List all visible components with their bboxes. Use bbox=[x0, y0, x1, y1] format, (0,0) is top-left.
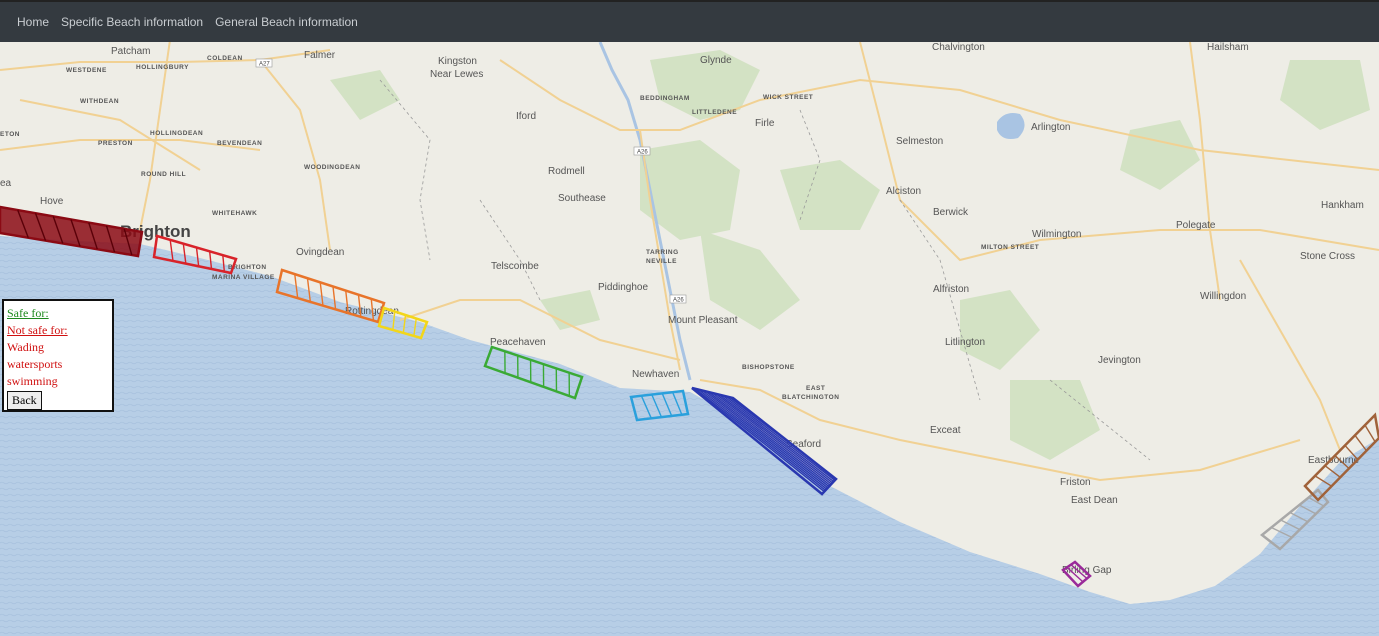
place-label: Firle bbox=[755, 118, 775, 129]
place-label: NEVILLE bbox=[646, 258, 677, 265]
place-label: Alciston bbox=[886, 186, 921, 197]
nav-general-beach-link[interactable]: General Beach information bbox=[215, 15, 358, 29]
place-label: Polegate bbox=[1176, 220, 1216, 231]
place-label: Stone Cross bbox=[1300, 251, 1355, 262]
place-label: ea bbox=[0, 178, 12, 189]
place-label: Exceat bbox=[930, 425, 961, 436]
place-label: Willingdon bbox=[1200, 291, 1246, 302]
place-label: Hailsham bbox=[1207, 42, 1249, 53]
place-label: PRESTON bbox=[98, 140, 133, 147]
navbar: Home Specific Beach information General … bbox=[0, 0, 1379, 42]
place-label: Newhaven bbox=[632, 369, 679, 380]
place-label: Patcham bbox=[111, 46, 150, 57]
place-label: Rodmell bbox=[548, 166, 585, 177]
map[interactable]: Patcham WESTDENE HOLLINGBURY COLDEAN Fal… bbox=[0, 42, 1379, 636]
back-button[interactable]: Back bbox=[7, 391, 42, 410]
place-label: Wilmington bbox=[1032, 229, 1081, 240]
place-label: Ovingdean bbox=[296, 247, 344, 258]
place-label: WICK STREET bbox=[763, 94, 813, 101]
place-label: ETON bbox=[0, 131, 20, 138]
nav-specific-beach-link[interactable]: Specific Beach information bbox=[61, 15, 203, 29]
place-label: TARRING bbox=[646, 249, 679, 256]
not-safe-for-heading: Not safe for: bbox=[7, 323, 68, 337]
place-label: COLDEAN bbox=[207, 55, 243, 62]
place-label: Telscombe bbox=[491, 261, 539, 272]
road-label: A26 bbox=[637, 150, 648, 156]
place-label: EAST bbox=[806, 385, 825, 392]
unsafe-activity: swimming bbox=[7, 374, 58, 388]
place-label: WHITEHAWK bbox=[212, 210, 257, 217]
place-label: MARINA VILLAGE bbox=[212, 274, 275, 281]
place-label: Chalvington bbox=[932, 42, 985, 53]
place-label: MILTON STREET bbox=[981, 244, 1039, 251]
place-label: BEDDINGHAM bbox=[640, 95, 690, 102]
nav-home-link[interactable]: Home bbox=[17, 15, 49, 29]
place-label: BISHOPSTONE bbox=[742, 364, 795, 371]
place-label: Selmeston bbox=[896, 136, 943, 147]
place-label: Iford bbox=[516, 111, 536, 122]
place-label: HOLLINGDEAN bbox=[150, 130, 203, 137]
unsafe-activity: watersports bbox=[7, 357, 63, 371]
place-label: BLATCHINGTON bbox=[782, 394, 839, 401]
place-label: ROUND HILL bbox=[141, 171, 186, 178]
place-label: WITHDEAN bbox=[80, 98, 119, 105]
place-label: Kingston bbox=[438, 56, 477, 67]
place-label: Near Lewes bbox=[430, 69, 483, 80]
place-label: Arlington bbox=[1031, 122, 1070, 133]
place-label: WESTDENE bbox=[66, 67, 107, 74]
place-label: Glynde bbox=[700, 55, 732, 66]
place-label: Southease bbox=[558, 193, 606, 204]
place-label: East Dean bbox=[1071, 495, 1118, 506]
road-label: A27 bbox=[259, 62, 270, 68]
place-label: Jevington bbox=[1098, 355, 1141, 366]
place-label: Friston bbox=[1060, 477, 1091, 488]
place-label: LITTLEDENE bbox=[692, 109, 737, 116]
unsafe-activity: Wading bbox=[7, 340, 45, 354]
place-label: WOODINGDEAN bbox=[304, 164, 360, 171]
beach-info-panel: Safe for: Not safe for: Wading waterspor… bbox=[2, 299, 114, 412]
place-label: HOLLINGBURY bbox=[136, 64, 189, 71]
place-label: Alfriston bbox=[933, 284, 969, 295]
place-label: Hove bbox=[40, 196, 64, 207]
place-label: Litlington bbox=[945, 337, 985, 348]
place-label: Falmer bbox=[304, 50, 336, 61]
place-label: BEVENDEAN bbox=[217, 140, 262, 147]
place-label: Hankham bbox=[1321, 200, 1364, 211]
road-label: A26 bbox=[673, 298, 684, 304]
place-label: Peacehaven bbox=[490, 337, 546, 348]
place-label: Berwick bbox=[933, 207, 969, 218]
place-label: Mount Pleasant bbox=[668, 315, 738, 326]
safe-for-heading: Safe for: bbox=[7, 306, 49, 320]
place-label: Piddinghoe bbox=[598, 282, 648, 293]
